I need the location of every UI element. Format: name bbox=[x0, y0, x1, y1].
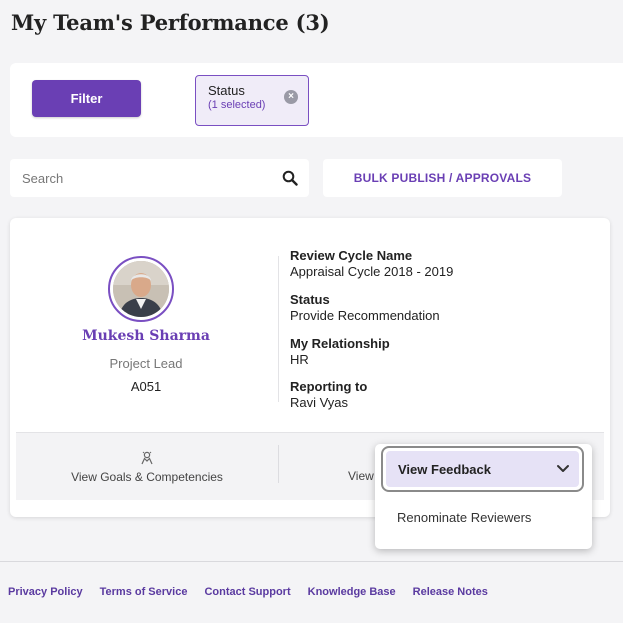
card-divider bbox=[278, 256, 279, 402]
employee-role: Project Lead bbox=[109, 356, 183, 371]
view-feedback-link[interactable]: View bbox=[348, 469, 374, 483]
view-goals-label: View Goals & Competencies bbox=[71, 469, 223, 484]
reporting-to-detail: Reporting to Ravi Vyas bbox=[290, 379, 367, 411]
relationship-detail: My Relationship HR bbox=[290, 336, 390, 368]
detail-label: Reporting to bbox=[290, 379, 368, 394]
footer-rule bbox=[0, 561, 623, 562]
chevron-down-icon bbox=[557, 465, 569, 472]
avatar bbox=[108, 256, 174, 322]
feedback-dropdown-menu: View Feedback Renominate Reviewers bbox=[375, 444, 592, 549]
filter-button[interactable]: Filter bbox=[32, 80, 141, 117]
knowledge-base-link[interactable]: Knowledge Base bbox=[308, 586, 396, 598]
goals-icon bbox=[141, 451, 153, 464]
detail-label: Status bbox=[290, 292, 330, 307]
privacy-policy-link[interactable]: Privacy Policy bbox=[8, 586, 83, 598]
detail-value: Appraisal Cycle 2018 - 2019 bbox=[290, 264, 454, 279]
close-icon[interactable]: × bbox=[284, 90, 298, 104]
search-box bbox=[10, 159, 309, 197]
employee-name[interactable]: Mukesh Sharma bbox=[10, 328, 282, 344]
footer-divider bbox=[278, 445, 279, 483]
renominate-reviewers-option[interactable]: Renominate Reviewers bbox=[397, 510, 531, 525]
page-title: My Team's Performance (3) bbox=[11, 10, 330, 35]
view-goals-link[interactable]: View Goals & Competencies bbox=[16, 433, 278, 501]
employee-id: A051 bbox=[130, 379, 162, 394]
status-filter-chip[interactable]: Status (1 selected) × bbox=[195, 75, 309, 126]
view-feedback-option: View Feedback bbox=[398, 461, 491, 477]
search-icon[interactable] bbox=[282, 170, 298, 186]
detail-value: HR bbox=[290, 352, 309, 367]
status-detail: Status Provide Recommendation bbox=[290, 292, 440, 324]
review-cycle-detail: Review Cycle Name Appraisal Cycle 2018 -… bbox=[290, 248, 453, 280]
filter-panel: Filter Status (1 selected) × bbox=[10, 63, 623, 137]
terms-of-service-link[interactable]: Terms of Service bbox=[100, 586, 188, 598]
detail-label: My Relationship bbox=[290, 336, 390, 351]
detail-value: Ravi Vyas bbox=[290, 395, 349, 410]
dropdown-selected[interactable]: View Feedback bbox=[381, 446, 584, 492]
footer-links: Privacy Policy Terms of Service Contact … bbox=[8, 586, 505, 598]
release-notes-link[interactable]: Release Notes bbox=[413, 586, 488, 598]
person-photo-icon bbox=[113, 261, 169, 317]
search-input[interactable] bbox=[10, 170, 270, 186]
bulk-publish-button[interactable]: BULK PUBLISH / APPROVALS bbox=[323, 159, 562, 197]
detail-label: Review Cycle Name bbox=[290, 248, 413, 263]
detail-value: Provide Recommendation bbox=[290, 308, 440, 323]
contact-support-link[interactable]: Contact Support bbox=[204, 586, 290, 598]
